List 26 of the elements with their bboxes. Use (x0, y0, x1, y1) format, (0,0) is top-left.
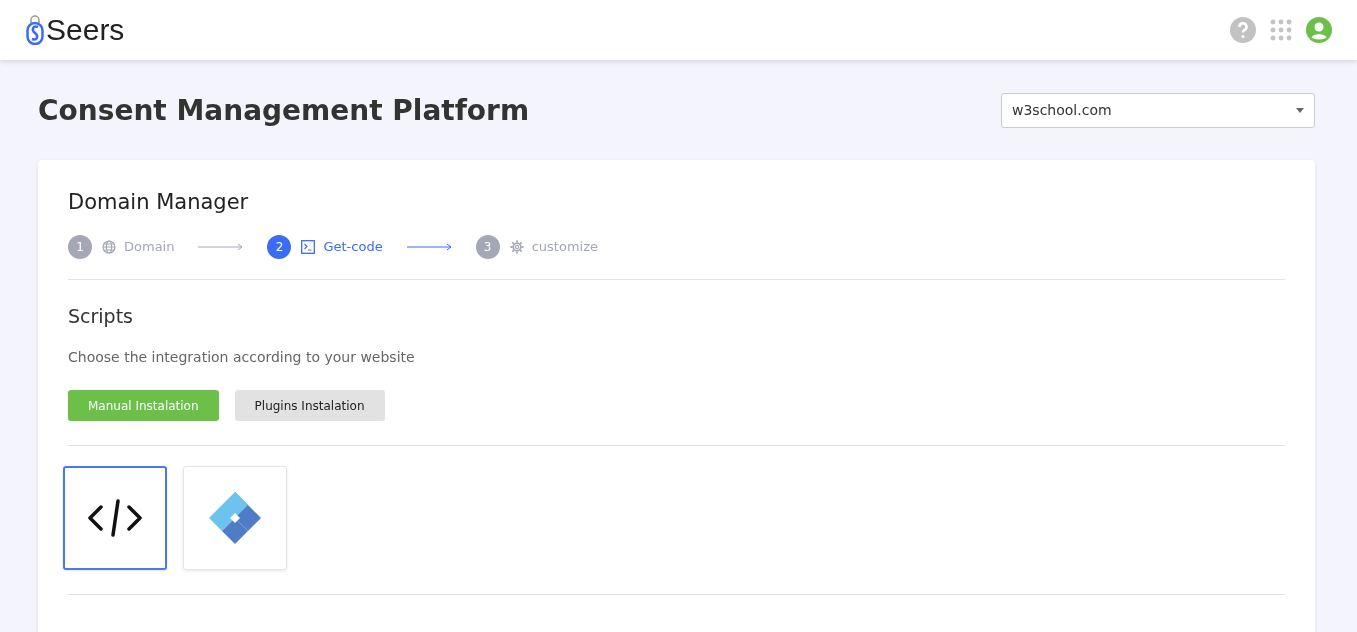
step-number: 1 (68, 234, 92, 259)
brand-name: Seers (46, 13, 125, 47)
help-icon[interactable] (1230, 17, 1256, 43)
integration-option[interactable] (63, 466, 167, 570)
padlock-logo-icon (26, 15, 44, 45)
arrow-icon (406, 242, 452, 251)
page-title: Consent Management Platform (38, 93, 530, 127)
apps-grid-icon[interactable] (1270, 19, 1292, 41)
diamond-tag-icon (209, 492, 261, 544)
installation-button[interactable]: Plugins Instalation (234, 390, 385, 421)
domain-select[interactable]: w3school.com (1001, 92, 1315, 128)
globe-icon (102, 239, 116, 254)
code-icon (87, 498, 143, 538)
step-number: 3 (475, 234, 500, 259)
terminal-icon (301, 239, 316, 254)
step-tab[interactable]: 3 customize (475, 234, 598, 259)
section-title: Scripts (68, 305, 134, 327)
description-text: Choose the integration according to your website (68, 349, 416, 365)
step-tab[interactable]: 2 Get-code (267, 234, 383, 259)
step-tab[interactable]: 1 Domain (68, 234, 175, 259)
gear-icon (509, 239, 524, 254)
caret-icon (1296, 107, 1304, 113)
arrow-icon (198, 242, 244, 251)
step-number: 2 (267, 234, 292, 259)
user-avatar-icon[interactable] (1306, 17, 1332, 43)
card-title: Domain Manager (68, 190, 250, 214)
